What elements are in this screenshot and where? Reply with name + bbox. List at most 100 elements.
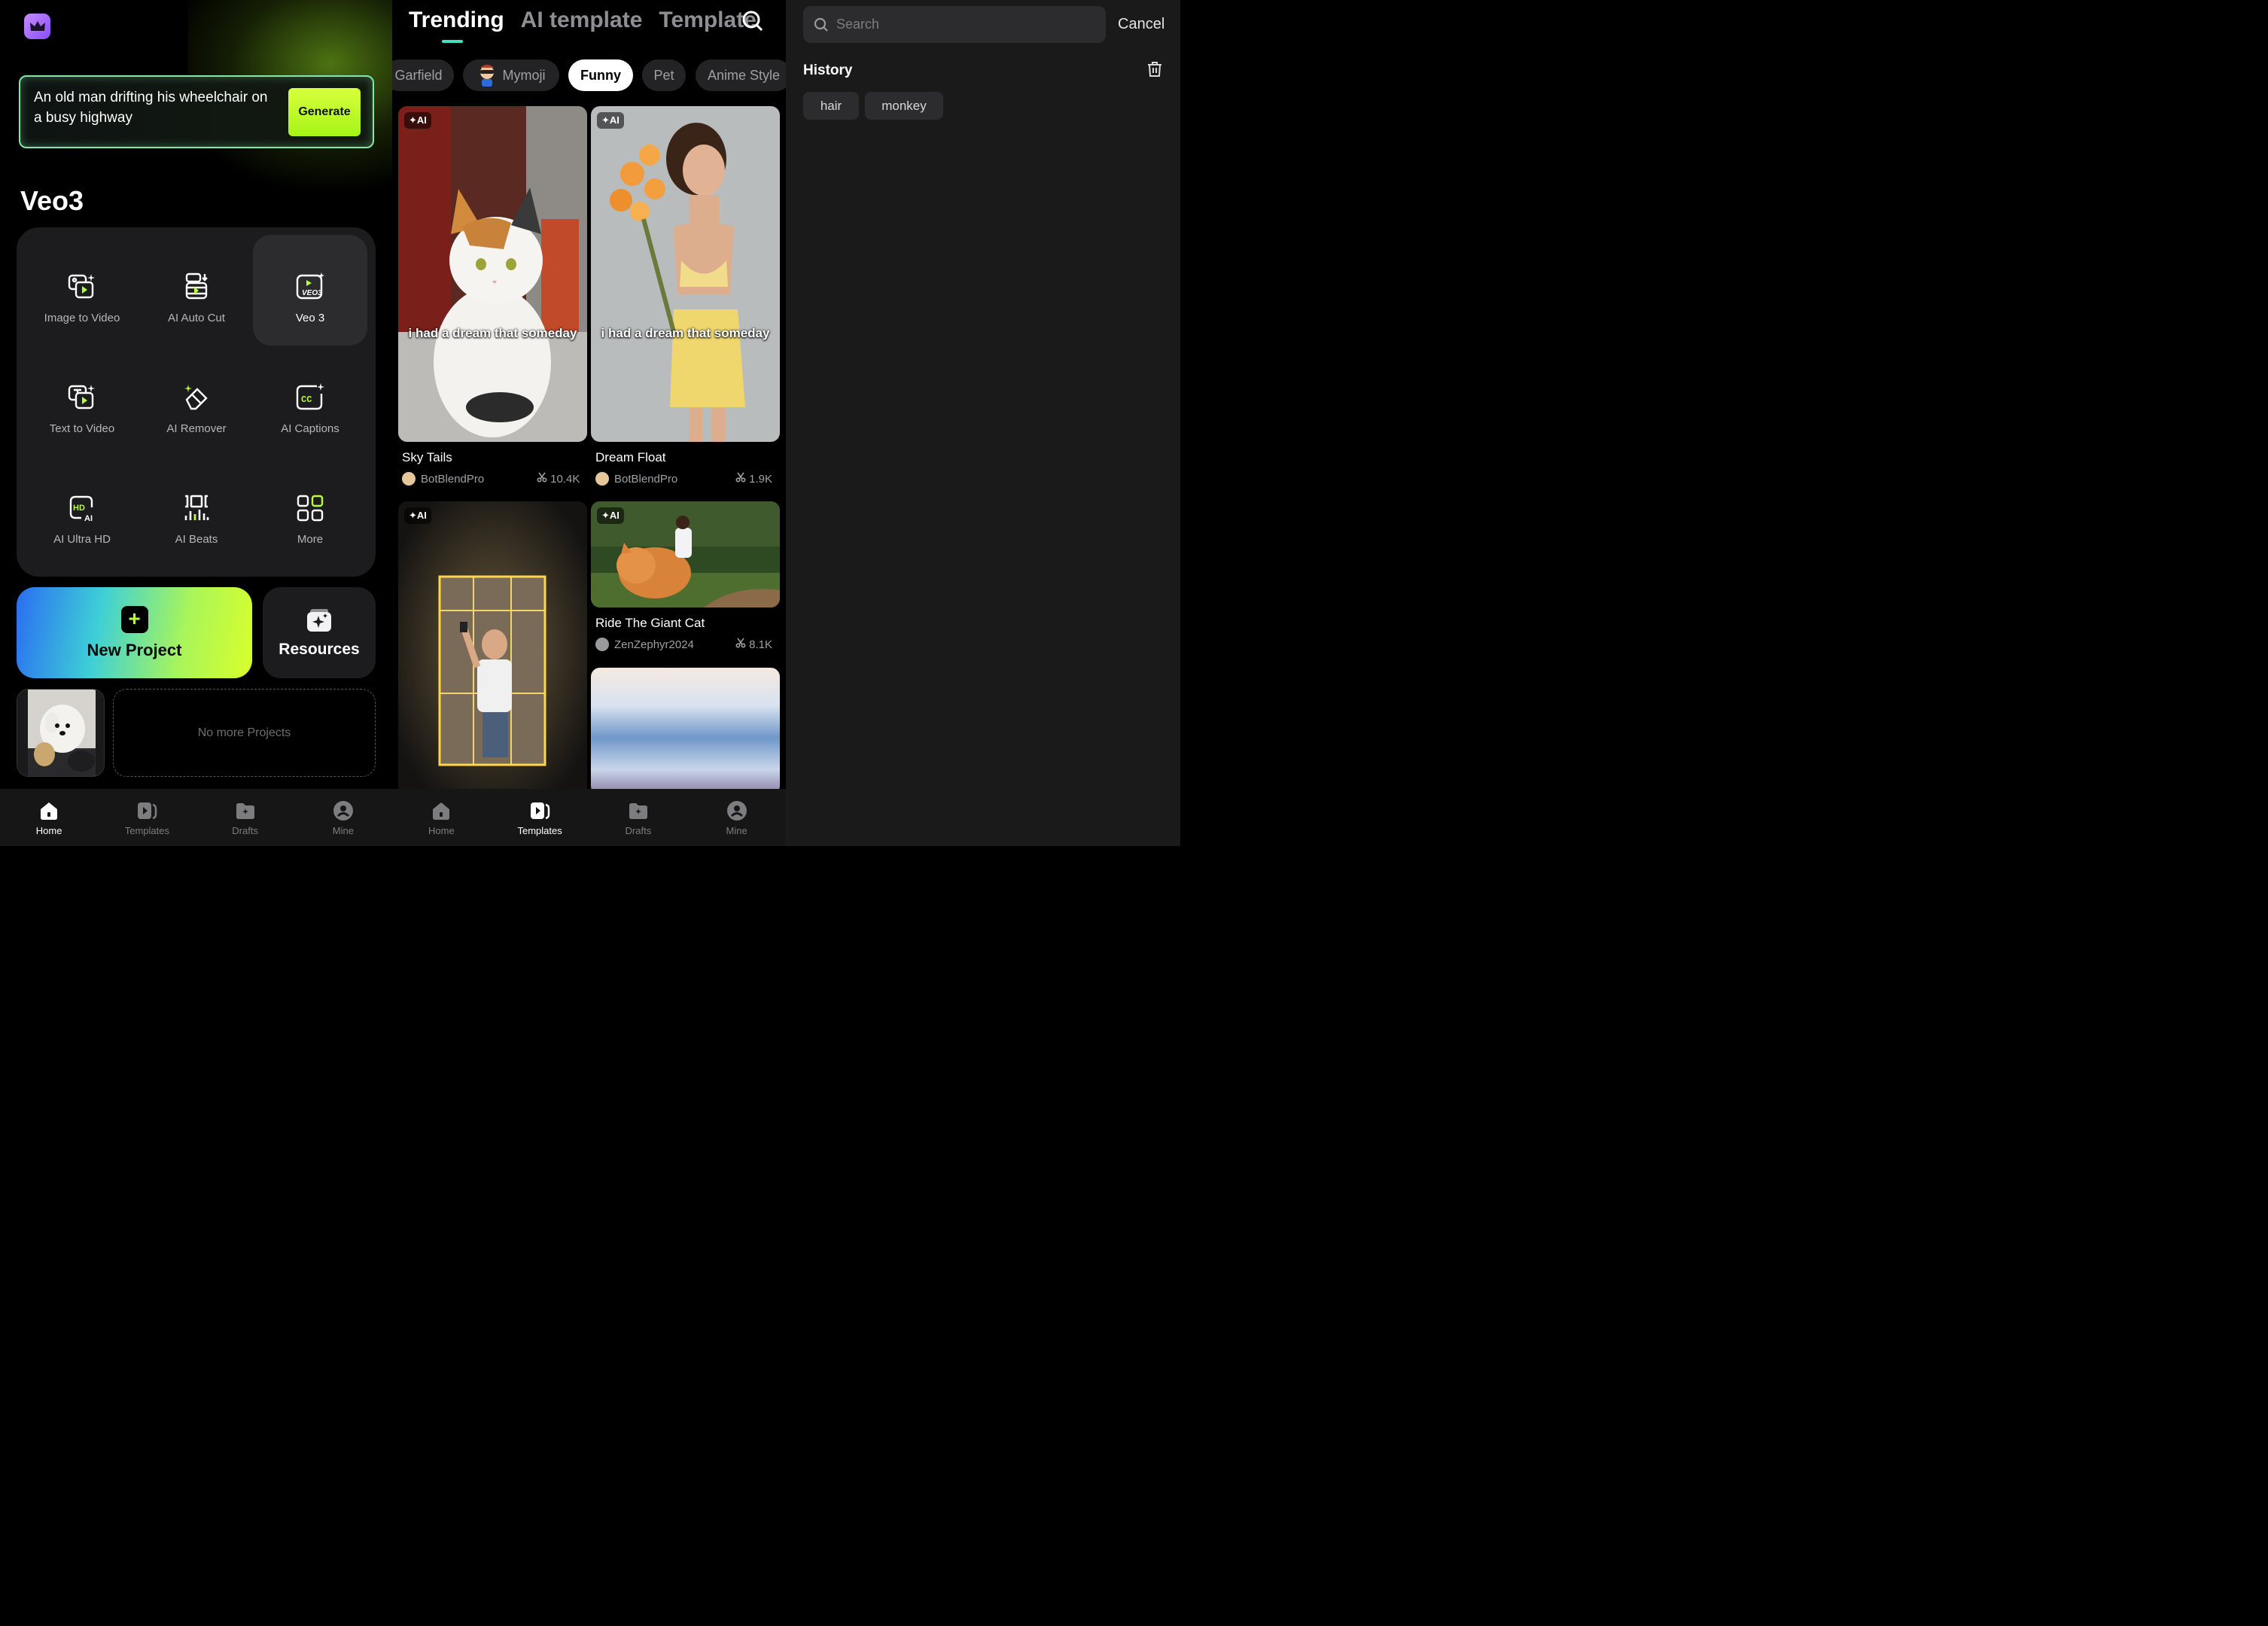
usage-count: 8.1K: [735, 638, 772, 651]
template-preview-image: [398, 501, 587, 795]
template-author[interactable]: ZenZephyr2024: [595, 638, 694, 651]
svg-text:AI: AI: [84, 514, 93, 523]
history-chip-hair[interactable]: hair: [803, 92, 859, 120]
scissors-icon: [735, 638, 746, 648]
chip-mymoji[interactable]: Mymoji: [463, 59, 559, 91]
tool-label: AI Remover: [166, 422, 227, 435]
tool-ai-beats[interactable]: AI Beats: [139, 456, 254, 567]
eraser-icon: [184, 385, 208, 410]
tool-veo3[interactable]: VEO3 Veo 3: [253, 235, 367, 346]
template-preview-image: [591, 668, 780, 795]
plus-icon: +: [120, 605, 148, 633]
image-to-video-icon: [68, 274, 95, 299]
generate-button[interactable]: Generate: [288, 88, 361, 136]
nav-label: Drafts: [232, 825, 258, 836]
resources-button[interactable]: Resources: [263, 587, 376, 678]
chip-pet[interactable]: Pet: [642, 59, 686, 91]
template-author[interactable]: BotBlendPro: [402, 472, 484, 486]
tab-ai-template[interactable]: AI template: [521, 8, 643, 32]
bottom-nav: Home Templates Drafts Mine: [392, 789, 786, 846]
tool-text-to-video[interactable]: Text to Video: [25, 346, 139, 456]
nav-label: Drafts: [625, 825, 652, 836]
chip-funny[interactable]: Funny: [568, 59, 633, 91]
search-input[interactable]: [836, 17, 1092, 32]
search-box[interactable]: [803, 6, 1106, 43]
category-chips: Garfield Mymoji Funny Pet Anime Style: [392, 59, 786, 92]
tools-grid: Image to Video AI Auto Cut VEO3 Veo 3 Te…: [17, 227, 376, 577]
tool-label: AI Beats: [175, 533, 218, 546]
crown-icon[interactable]: [24, 14, 50, 39]
search-icon[interactable]: [741, 10, 764, 36]
nav-mine[interactable]: Mine: [687, 789, 786, 846]
trash-icon[interactable]: [1146, 60, 1164, 82]
nav-drafts[interactable]: Drafts: [196, 789, 294, 846]
tool-ai-remover[interactable]: AI Remover: [139, 346, 254, 456]
template-title[interactable]: Sky Tails: [402, 450, 452, 465]
bottom-nav: Home Templates Drafts Mine: [0, 789, 392, 846]
template-card-blurred[interactable]: [591, 668, 780, 795]
profile-icon: [726, 801, 747, 821]
video-caption: i had a dream that someday: [408, 326, 577, 340]
nav-label: Mine: [332, 825, 354, 836]
template-title[interactable]: Ride The Giant Cat: [595, 616, 705, 631]
tool-more[interactable]: More: [253, 456, 367, 567]
prompt-text: An old man drifting his wheelchair on a …: [34, 90, 268, 126]
nav-templates[interactable]: Templates: [491, 789, 589, 846]
template-title[interactable]: Dream Float: [595, 450, 666, 465]
beats-icon: [184, 495, 209, 520]
templates-panel: Trending AI template Template Garfield Mym…: [392, 0, 786, 846]
tool-ai-ultra-hd[interactable]: HD AI AI Ultra HD: [25, 456, 139, 567]
tool-ai-captions[interactable]: CC AI Captions: [253, 346, 367, 456]
nav-templates[interactable]: Templates: [98, 789, 196, 846]
template-card-golden-frame[interactable]: ✦AI: [398, 501, 587, 795]
ai-prompt-card[interactable]: An old man drifting his wheelchair on a …: [19, 75, 374, 148]
new-project-label: New Project: [87, 640, 182, 659]
author-avatar: [595, 638, 609, 651]
chip-label: Mymoji: [502, 67, 546, 83]
template-preview-image: [398, 106, 587, 442]
scissors-icon: [735, 472, 746, 483]
veo3-icon: VEO3: [296, 273, 324, 300]
empty-projects-placeholder: No more Projects: [113, 689, 376, 777]
scissors-icon: [537, 472, 547, 483]
project-thumbnail[interactable]: [17, 689, 105, 777]
tool-image-to-video[interactable]: Image to Video: [25, 235, 139, 346]
search-icon: [814, 17, 828, 32]
nav-label: Templates: [517, 825, 562, 836]
tool-label: More: [297, 533, 324, 546]
history-chip-monkey[interactable]: monkey: [865, 92, 943, 120]
chip-garfield[interactable]: Garfield: [392, 59, 454, 91]
author-name: BotBlendPro: [614, 472, 678, 486]
text-to-video-icon: [68, 385, 95, 410]
chip-anime-style[interactable]: Anime Style: [696, 59, 786, 91]
nav-home[interactable]: Home: [392, 789, 491, 846]
tab-trending[interactable]: Trending: [409, 8, 504, 32]
nav-label: Home: [428, 825, 455, 836]
template-card-sky-tails[interactable]: ✦AI i had a dream that someday: [398, 106, 587, 442]
section-title: Veo3: [20, 185, 84, 216]
template-author[interactable]: BotBlendPro: [595, 472, 677, 486]
search-panel: Cancel History hair monkey: [786, 0, 1180, 846]
new-project-button[interactable]: + New Project: [17, 587, 252, 678]
cancel-button[interactable]: Cancel: [1118, 16, 1164, 33]
nav-home[interactable]: Home: [0, 789, 98, 846]
template-card-dream-float[interactable]: ✦AI i had a dream that someday: [591, 106, 780, 442]
usage-count: 1.9K: [735, 472, 772, 486]
home-panel: An old man drifting his wheelchair on a …: [0, 0, 392, 846]
template-tabs: Trending AI template Template: [409, 8, 757, 44]
usage-count-value: 1.9K: [749, 473, 773, 486]
drafts-icon: [236, 803, 254, 819]
nav-label: Mine: [726, 825, 747, 836]
template-card-ride-giant-cat[interactable]: ✦AI: [591, 501, 780, 607]
usage-count: 10.4K: [537, 472, 580, 486]
author-avatar: [595, 472, 609, 486]
nav-label: Templates: [124, 825, 169, 836]
tool-label: AI Ultra HD: [53, 533, 111, 546]
usage-count-value: 8.1K: [749, 638, 773, 651]
hd-icon: HD AI: [69, 495, 93, 523]
usage-count-value: 10.4K: [550, 473, 580, 486]
nav-mine[interactable]: Mine: [294, 789, 392, 846]
author-avatar: [402, 472, 416, 486]
tool-ai-auto-cut[interactable]: AI Auto Cut: [139, 235, 254, 346]
nav-drafts[interactable]: Drafts: [589, 789, 688, 846]
